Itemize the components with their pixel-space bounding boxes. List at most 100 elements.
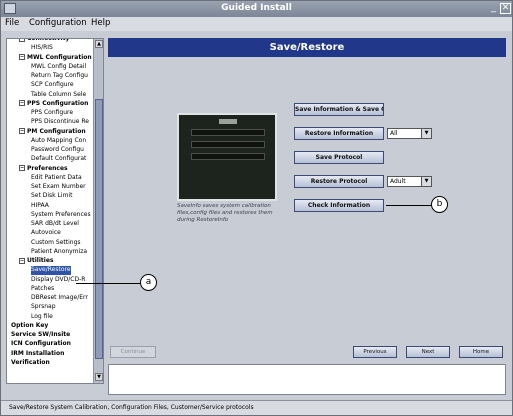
tree-category[interactable]: IRM Installation [11, 350, 64, 359]
menu-help[interactable]: Help [91, 18, 110, 28]
callout-line-a [76, 283, 141, 284]
tree-item[interactable]: Sprsnap [31, 303, 56, 312]
previous-button[interactable]: Previous [353, 346, 397, 358]
tree-item-label: Service SW/Insite [11, 331, 71, 338]
tree-item[interactable]: HIPAA [31, 202, 49, 211]
tree-item[interactable]: HIS/RIS [31, 44, 53, 53]
tree-item-label: Set Exam Number [31, 183, 86, 190]
tree-item[interactable]: PPS Discontinue Re [31, 118, 89, 127]
next-button[interactable]: Next [406, 346, 450, 358]
tree-item-label: Preferences [27, 164, 68, 172]
tree-item-label: Password Configu [31, 146, 84, 153]
tree-category[interactable]: − Preferences [19, 165, 68, 174]
tree-item-label: Default Configurat [31, 155, 87, 163]
menu-configuration[interactable]: Configuration [29, 18, 87, 28]
collapse-icon[interactable]: − [19, 39, 25, 42]
tree-item-label: SCP Configure [31, 81, 74, 89]
collapse-icon[interactable]: − [19, 165, 25, 171]
restore-protocol-value: Adult [390, 178, 406, 185]
tree-item-label: Save/Restore [31, 266, 71, 274]
tree-item[interactable]: Return Tag Configu [31, 72, 88, 81]
page-title: Save/Restore [108, 38, 506, 57]
scroll-thumb[interactable] [95, 99, 103, 359]
tree-item[interactable]: Password Configu [31, 146, 84, 155]
callout-line-b [386, 205, 432, 206]
tree-category[interactable]: − PM Configuration [19, 128, 86, 137]
tree-category[interactable]: Verification [11, 359, 50, 368]
tree-category[interactable]: − Connectivity [19, 39, 69, 44]
tree-item[interactable]: Edit Patient Data [31, 174, 82, 183]
restore-protocol-button[interactable]: Restore Protocol [294, 175, 384, 188]
tree-category[interactable]: Option Key [11, 322, 48, 331]
collapse-icon[interactable]: − [19, 100, 25, 107]
tree-item-label: Utilities [27, 257, 54, 264]
tree-item-label: Table Column Sele [31, 90, 87, 98]
tree-item-label: PPS Discontinue Re [31, 118, 89, 126]
tree-category[interactable]: − PPS Configuration [19, 100, 88, 109]
drive-slot [191, 141, 265, 148]
tree-item[interactable]: Auto Mapping Con [31, 137, 86, 146]
tree-item-label: HIS/RIS [31, 44, 53, 52]
tree-item[interactable]: DBReset Image/Err [31, 294, 88, 303]
tree-item[interactable]: System Preferences [31, 211, 91, 220]
tree-item-label: Patches [31, 284, 55, 292]
check-information-button[interactable]: Check Information [294, 199, 384, 212]
tree-item-label: PPS Configuration [27, 99, 89, 107]
tree-item[interactable]: Set Disk Limit [31, 192, 72, 201]
tree-item[interactable]: Set Exam Number [31, 183, 86, 192]
tree-category[interactable]: ICN Configuration [11, 340, 71, 349]
tree-item[interactable]: Default Configurat [31, 155, 86, 164]
main-panel: Save/Restore SaveInfo saves system calib… [108, 38, 506, 395]
collapse-icon[interactable]: − [19, 54, 25, 60]
restore-information-select[interactable]: All ▼ [387, 128, 432, 139]
restore-information-value: All [390, 130, 398, 137]
tree-scrollbar[interactable]: ▲ ▼ [93, 39, 103, 383]
tree-item[interactable]: SCP Configure [31, 81, 74, 90]
tree-item[interactable]: Patches [31, 285, 54, 294]
tree-item-label: Auto Mapping Con [31, 136, 87, 144]
tree-item[interactable]: Log file [31, 313, 53, 322]
scroll-up-icon[interactable]: ▲ [95, 40, 103, 48]
menu-file[interactable]: File [5, 18, 19, 28]
tree-category[interactable]: Service SW/Insite [11, 331, 70, 340]
tree-category[interactable]: − Utilities [19, 257, 53, 266]
tree-item-label: Patient Anonymiza [31, 247, 88, 255]
home-button[interactable]: Home [459, 346, 503, 358]
callout-a: a [140, 274, 157, 291]
tree-item-label: Log file [31, 312, 53, 320]
tree-item[interactable]: Table Column Sele [31, 91, 86, 100]
tree-item-label: Sprsnap [31, 303, 56, 311]
tree-item[interactable]: Save/Restore [31, 266, 71, 276]
window-title: Guided Install [221, 3, 292, 13]
chevron-down-icon[interactable]: ▼ [421, 177, 431, 186]
tree-item[interactable]: Patient Anonymiza [31, 248, 87, 257]
close-icon[interactable]: ✕ [500, 3, 511, 14]
tree-item[interactable]: Custom Settings [31, 239, 81, 248]
continue-button[interactable]: Continue [110, 346, 156, 358]
save-protocol-button[interactable]: Save Protocol [294, 151, 384, 164]
tree-item-label: Verification [11, 358, 50, 366]
tree-item-label: Return Tag Configu [31, 72, 88, 79]
save-information-button[interactable]: Save Information & Save GI [294, 103, 384, 116]
system-cabinet-image [177, 113, 277, 201]
chevron-down-icon[interactable]: ▼ [421, 129, 431, 138]
tree-item[interactable]: MWL Config Detail [31, 63, 86, 72]
minimize-icon[interactable]: _ [488, 3, 499, 14]
tree-item[interactable]: Autovoice [31, 229, 61, 238]
drive-slot [191, 153, 265, 160]
collapse-icon[interactable]: − [19, 128, 25, 134]
title-bar: Guided Install _ ✕ [1, 1, 512, 17]
collapse-icon[interactable]: − [19, 257, 25, 264]
tree-item[interactable]: SAR dB/dt Level [31, 220, 79, 229]
callout-b: b [431, 196, 448, 213]
status-bar: Save/Restore System Calibration, Configu… [1, 400, 512, 415]
tree-category[interactable]: − MWL Configuration [19, 54, 92, 63]
message-area [108, 364, 506, 395]
tree-item-label: System Preferences [31, 210, 91, 218]
restore-information-button[interactable]: Restore Information [294, 127, 384, 140]
scroll-down-icon[interactable]: ▼ [95, 373, 103, 381]
restore-protocol-select[interactable]: Adult ▼ [387, 176, 432, 187]
tree-item[interactable]: PPS Configure [31, 109, 73, 118]
tree-item-label: HIPAA [31, 201, 49, 209]
menu-bar: File Configuration Help [1, 17, 512, 31]
